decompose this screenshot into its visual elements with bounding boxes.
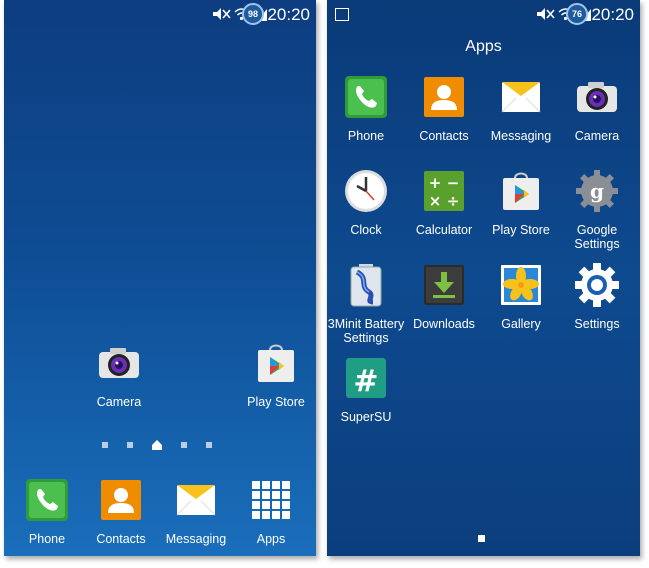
app-gallery[interactable]: Gallery [482,262,560,331]
app-label: Settings [574,317,620,331]
apps-title: Apps [465,38,502,55]
app-supersu[interactable]: SuperSU [327,355,405,424]
app-camera[interactable]: Camera [558,74,636,143]
app-label: 3Minit Battery Settings [327,317,405,345]
page-dot[interactable] [206,442,212,448]
drawer-page-indicator[interactable] [478,535,485,542]
app-label: Messaging [165,532,227,546]
app-label: Clock [350,223,382,237]
status-time: 20:20 [591,5,634,24]
page-dot[interactable] [181,442,187,448]
calculator-icon [421,168,467,214]
app-clock[interactable]: Clock [327,168,405,237]
battery-badge: 76 [566,3,588,25]
apps-drawer: R 76 20:20 Apps Phone Contacts Messaging… [327,0,640,556]
page-dot[interactable] [127,442,133,448]
app-label: Camera [574,129,620,143]
app-label: SuperSU [340,410,392,424]
app-contacts[interactable]: Contacts [405,74,483,143]
dock-phone[interactable]: Phone [8,477,86,546]
page-dot[interactable] [102,442,108,448]
app-3minit-battery-settings[interactable]: 3Minit Battery Settings [327,262,405,345]
app-label: Messaging [490,129,552,143]
google-settings-icon [574,168,620,214]
camera-icon [96,340,142,386]
play-store-icon [253,340,299,386]
app-label: Phone [347,129,385,143]
app-label: Phone [28,532,66,546]
mute-icon [213,8,231,20]
dock-apps[interactable]: Apps [232,477,310,546]
app-label: Camera [96,395,142,409]
contacts-icon [98,477,144,523]
status-bar: R 98 20:20 [4,0,316,30]
phone-icon [343,74,389,120]
app-phone[interactable]: Phone [327,74,405,143]
app-google-settings[interactable]: Google Settings [558,168,636,251]
dock-messaging[interactable]: Messaging [157,477,235,546]
app-label: Play Store [247,395,305,409]
app-label: Downloads [413,317,475,331]
app-label: Apps [256,532,286,546]
home-page-icon[interactable] [152,440,162,450]
page-indicator-dots[interactable] [102,440,212,450]
dock-contacts[interactable]: Contacts [82,477,160,546]
battery-icon [343,262,389,308]
apps-grid-icon [248,477,294,523]
app-downloads[interactable]: Downloads [405,262,483,331]
supersu-icon [343,355,389,401]
camera-icon [574,74,620,120]
downloads-icon [421,262,467,308]
battery-badge: 98 [242,3,264,25]
settings-gear-icon [574,262,620,308]
gallery-icon [498,262,544,308]
mute-icon [537,8,555,20]
app-label: Contacts [96,532,146,546]
messaging-icon [173,477,219,523]
app-label: Gallery [501,317,541,331]
contacts-icon [421,74,467,120]
status-bar: R 76 20:20 [327,0,640,30]
clock-icon [343,168,389,214]
home-shortcut-camera[interactable]: Camera [80,340,158,409]
phone-icon [24,477,70,523]
play-store-icon [498,168,544,214]
notification-image-icon [335,8,349,21]
app-play-store[interactable]: Play Store [482,168,560,237]
home-screen: R 98 20:20 Camera Play Store Phone Conta… [4,0,316,556]
app-calculator[interactable]: Calculator [405,168,483,237]
status-time: 20:20 [267,5,310,24]
home-shortcut-play-store[interactable]: Play Store [237,340,315,409]
messaging-icon [498,74,544,120]
app-label: Contacts [419,129,469,143]
app-label: Calculator [415,223,473,237]
app-settings[interactable]: Settings [558,262,636,331]
app-label: Play Store [492,223,550,237]
app-messaging[interactable]: Messaging [482,74,560,143]
app-label: Google Settings [574,223,620,251]
